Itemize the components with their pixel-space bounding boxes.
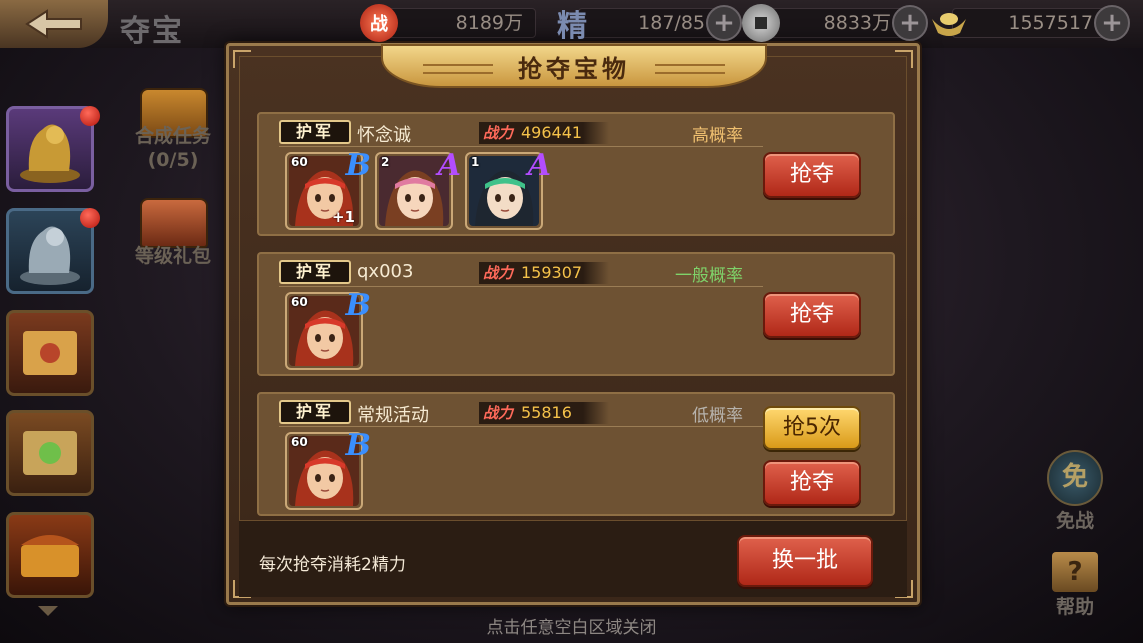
notification-dot xyxy=(80,208,100,228)
level-gift-button[interactable]: 等级礼包 xyxy=(118,244,228,268)
corner-ornament xyxy=(895,50,913,68)
back-arrow-icon xyxy=(25,9,82,39)
avoid-battle-label: 免战 xyxy=(1055,510,1094,532)
battle-power-value: 8189万 xyxy=(382,8,536,38)
hero-portrait[interactable]: 1 A xyxy=(465,148,551,230)
title-ornament xyxy=(423,64,493,74)
battle-power-resource: 战 8189万 xyxy=(360,4,536,42)
notification-dot xyxy=(80,106,100,126)
hero-portrait[interactable]: 2 A xyxy=(375,148,461,230)
page-title: 夺宝 xyxy=(120,14,184,49)
hero-grade-badge: B xyxy=(345,148,371,183)
hero-level: 60 xyxy=(291,155,308,169)
opponent-row: 护军 常规活动 战力 55816 低概率 60 B 抢5次 抢夺 xyxy=(257,392,895,516)
snatch-five-times-button[interactable]: 抢5次 xyxy=(763,406,861,450)
back-button[interactable] xyxy=(0,0,108,48)
hero-star-bonus: +1 xyxy=(331,208,355,226)
help-button[interactable]: ? 帮助 xyxy=(1040,552,1110,619)
silver-qilin-icon xyxy=(20,226,80,285)
magic-book-icon xyxy=(23,431,77,475)
hero-level: 60 xyxy=(291,295,308,309)
battle-power-value: 496441 xyxy=(521,123,583,142)
scroll-icon xyxy=(23,331,77,375)
snatch-button[interactable]: 抢夺 xyxy=(763,460,861,506)
stamina-value: 187/85 xyxy=(578,8,718,38)
guard-tag: 护军 xyxy=(279,400,351,424)
success-probability: 一般概率 xyxy=(675,266,743,286)
battle-power: 战力 159307 xyxy=(479,262,609,284)
hero-level: 60 xyxy=(291,435,308,449)
coin-icon xyxy=(742,4,780,42)
hero-grade-badge: A xyxy=(527,148,551,183)
close-hint: 点击任意空白区域关闭 xyxy=(486,618,657,638)
dialog-title: 抢夺宝物 xyxy=(518,53,630,83)
hero-grade-badge: A xyxy=(437,148,461,183)
opponent-header: 护军 怀念诚 战力 496441 高概率 xyxy=(279,120,875,146)
treasure-scroll-tab[interactable] xyxy=(6,310,94,396)
hero-level: 2 xyxy=(381,155,390,169)
opponent-name: 常规活动 xyxy=(357,405,429,426)
stamina-resource: 精 187/85 + xyxy=(550,5,742,44)
opponent-row: 护军 怀念诚 战力 496441 高概率 60 B +1 2 A 1 A 抢夺 xyxy=(257,112,895,236)
hero-portrait[interactable]: 60 B xyxy=(285,288,371,370)
guard-tag: 护军 xyxy=(279,260,351,284)
row-divider xyxy=(279,146,763,147)
battle-power-label: 战力 xyxy=(483,264,514,282)
gold-resource: 1557517 + xyxy=(930,4,1130,42)
battle-power-value: 55816 xyxy=(521,403,572,422)
add-coin-button[interactable]: + xyxy=(892,5,928,41)
coin-value: 8833万 xyxy=(764,8,904,38)
success-probability: 高概率 xyxy=(692,126,743,146)
hero-portrait[interactable]: 60 B +1 xyxy=(285,148,371,230)
synthesis-task-label: 合成任务 xyxy=(134,125,211,147)
row-divider xyxy=(279,426,763,427)
row-divider xyxy=(279,286,763,287)
stamina-icon: 精 xyxy=(557,9,587,44)
hero-portrait[interactable]: 60 B xyxy=(285,428,371,510)
treasure-chest-tab[interactable] xyxy=(6,512,94,598)
opponent-name: 怀念诚 xyxy=(357,125,411,146)
opponent-name: qx003 xyxy=(357,261,414,282)
corner-ornament xyxy=(233,50,251,68)
synthesis-task-button[interactable]: 合成任务 (0/5) xyxy=(118,124,228,172)
dialog-title-plaque: 抢夺宝物 xyxy=(381,44,767,88)
avoid-battle-icon: 免 xyxy=(1047,450,1103,506)
gold-value: 1557517 xyxy=(952,8,1106,38)
level-gift-chest-icon xyxy=(140,198,208,248)
add-stamina-button[interactable]: + xyxy=(706,5,742,41)
battle-power-icon: 战 xyxy=(360,4,398,42)
coin-resource: 8833万 + xyxy=(742,4,928,42)
hero-grade-badge: B xyxy=(345,428,371,463)
treasure-pile-icon xyxy=(21,535,79,577)
guard-tag: 护军 xyxy=(279,120,351,144)
opponent-row: 护军 qx003 战力 159307 一般概率 60 B 抢夺 xyxy=(257,252,895,376)
synthesis-task-progress: (0/5) xyxy=(147,149,199,171)
opponent-header: 护军 qx003 战力 159307 一般概率 xyxy=(279,260,875,286)
hero-level: 1 xyxy=(471,155,480,169)
battle-power-value: 159307 xyxy=(521,263,583,282)
battle-power-label: 战力 xyxy=(483,124,514,142)
snatch-treasure-dialog: 抢夺宝物 护军 怀念诚 战力 496441 高概率 60 B +1 2 A 1 xyxy=(226,43,920,605)
battle-power: 战力 496441 xyxy=(479,122,609,144)
snatch-button[interactable]: 抢夺 xyxy=(763,292,861,338)
battle-power-label: 战力 xyxy=(483,404,514,422)
title-ornament xyxy=(655,64,725,74)
golden-qilin-icon xyxy=(20,124,80,183)
battle-power: 战力 55816 xyxy=(479,402,609,424)
help-scroll-icon: ? xyxy=(1052,552,1098,592)
hero-grade-badge: B xyxy=(345,288,371,323)
top-bar: 夺宝 战 8189万 精 187/85 + 8833万 + 1557517 + xyxy=(0,0,1143,49)
snatch-button[interactable]: 抢夺 xyxy=(763,152,861,198)
add-gold-button[interactable]: + xyxy=(1094,5,1130,41)
avoid-battle-button[interactable]: 免 免战 xyxy=(1040,450,1110,533)
dialog-footer: 每次抢夺消耗2精力 换一批 xyxy=(239,520,907,597)
refresh-list-button[interactable]: 换一批 xyxy=(737,535,873,587)
gold-ingot-icon xyxy=(930,4,968,42)
stamina-cost-text: 每次抢夺消耗2精力 xyxy=(259,555,406,575)
success-probability: 低概率 xyxy=(692,406,743,426)
treasure-book-tab[interactable] xyxy=(6,410,94,496)
